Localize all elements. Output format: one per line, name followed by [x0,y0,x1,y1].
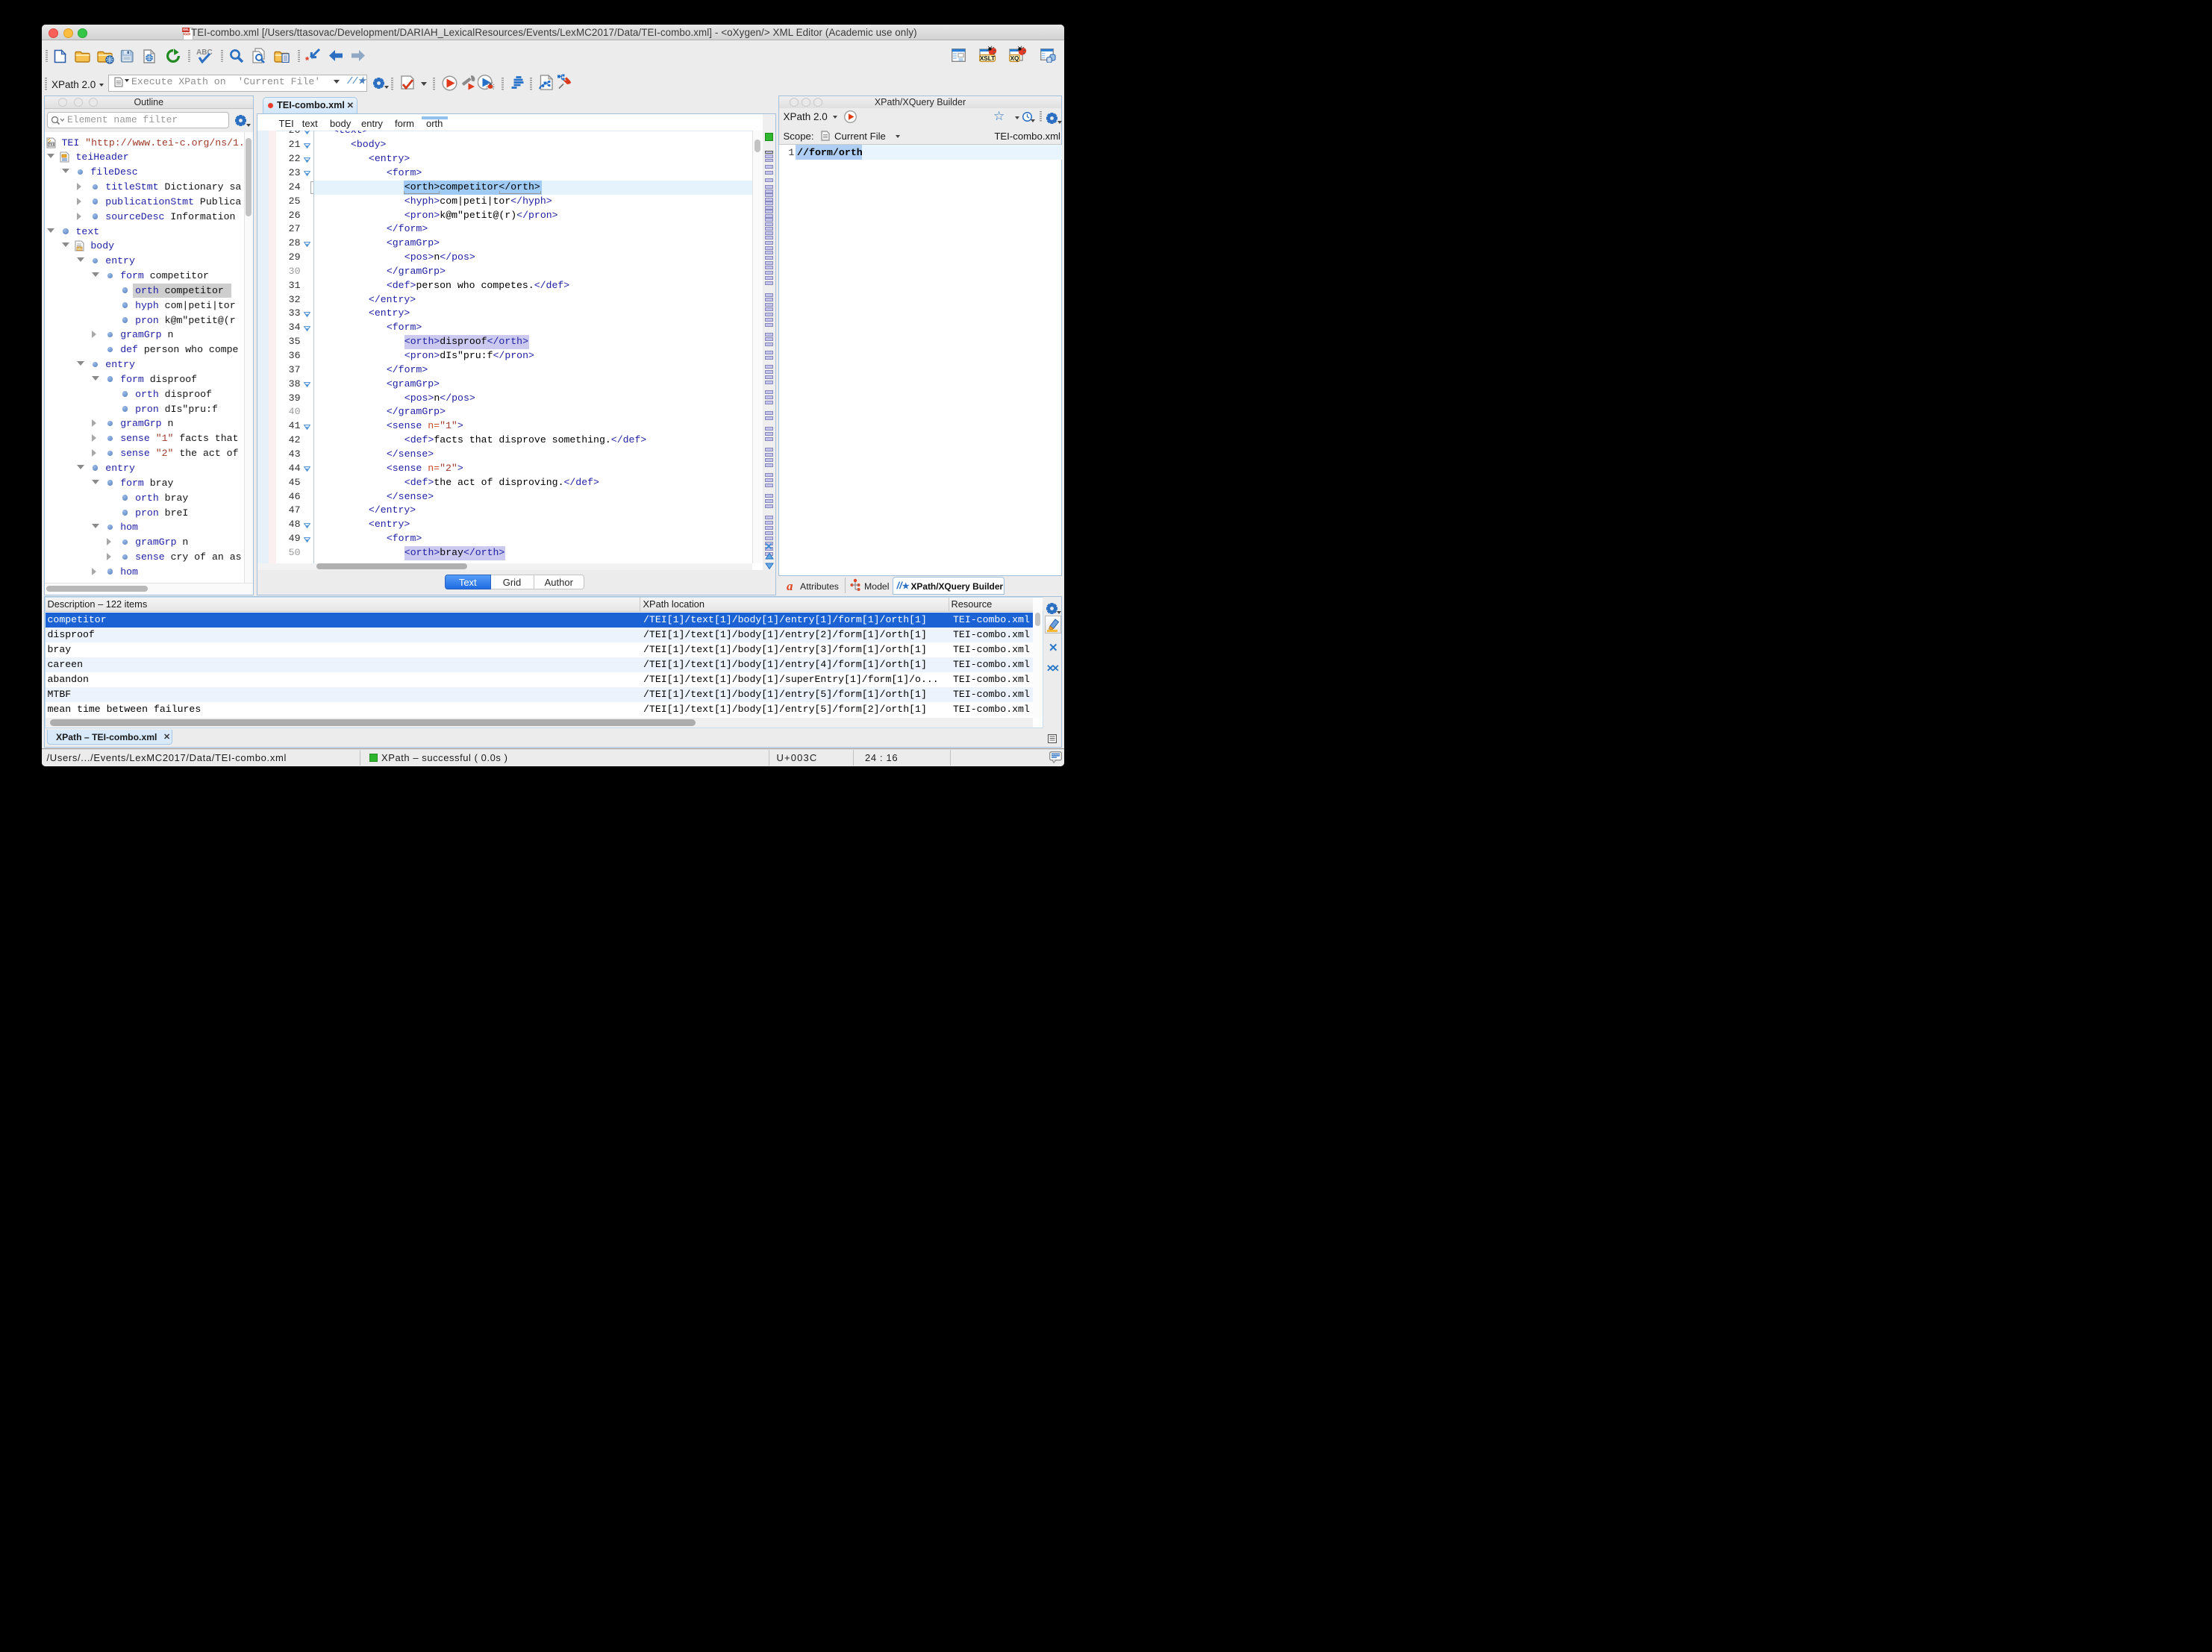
svg-text:TEI: TEI [49,143,54,146]
svg-text:XSLT: XSLT [980,55,995,62]
svg-text:*: * [305,54,310,63]
svg-text:XQ: XQ [1010,55,1019,62]
svg-text:ABC: ABC [196,49,213,57]
